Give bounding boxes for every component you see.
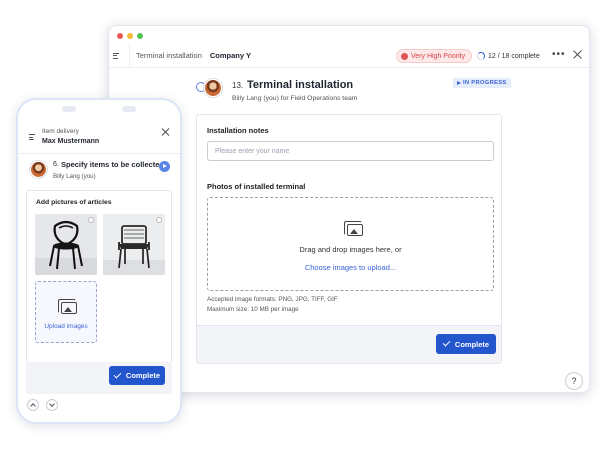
check-icon	[442, 338, 451, 347]
minimize-window-button[interactable]	[127, 33, 133, 39]
chevron-up-icon	[30, 403, 37, 410]
play-icon	[457, 81, 461, 85]
process-subject: Max Mustermann	[42, 138, 100, 145]
task-form-card: Installation notes Please enter your nam…	[196, 114, 502, 364]
menu-icon[interactable]	[29, 134, 39, 140]
task-title: Terminal installation	[247, 79, 354, 91]
progress-indicator: 12 / 18 complete	[477, 49, 540, 63]
phone-notch	[62, 106, 136, 114]
status-badge: IN PROGRESS	[453, 78, 511, 88]
task-assignee: Billy Lang (you)	[53, 173, 96, 180]
priority-badge[interactable]: Very High Priority	[396, 49, 473, 63]
complete-button[interactable]: Complete	[109, 366, 165, 385]
image-drop-zone[interactable]: Drag and drop images here, or Choose ima…	[207, 197, 494, 291]
upload-images-tile[interactable]: Upload images	[35, 281, 97, 343]
upload-images-label: Upload images	[44, 323, 88, 330]
progress-label: 12 / 18 complete	[488, 52, 540, 60]
maximize-window-button[interactable]	[137, 33, 143, 39]
divider	[18, 153, 180, 154]
chevron-down-icon	[49, 401, 56, 408]
start-task-play-icon[interactable]	[159, 161, 170, 172]
priority-label: Very High Priority	[411, 52, 466, 60]
image-upload-icon	[344, 221, 363, 236]
next-task-button[interactable]	[46, 399, 58, 411]
help-button[interactable]: ?	[565, 372, 583, 390]
choose-images-link[interactable]: Choose images to upload...	[208, 263, 493, 272]
toolbar-divider	[129, 43, 130, 68]
task-number: 13.	[232, 81, 244, 90]
window-controls	[117, 33, 143, 39]
avatar	[204, 79, 222, 97]
mobile-device: Item delivery Max Mustermann 6. Specify …	[16, 98, 182, 424]
chair-photo	[103, 214, 165, 275]
formats-hint: Accepted image formats: PNG, JPG, TIFF, …	[207, 296, 338, 303]
more-options-button[interactable]: •••	[552, 50, 566, 60]
task-number: 6.	[53, 161, 59, 168]
task-assignee: Billy Lang (you) for Field Operations te…	[232, 95, 358, 102]
complete-button[interactable]: Complete	[436, 334, 496, 354]
status-label: IN PROGRESS	[463, 80, 507, 86]
select-photo-radio[interactable]	[88, 217, 94, 223]
photos-label: Photos of installed terminal	[207, 182, 306, 191]
previous-task-button[interactable]	[27, 399, 39, 411]
notes-input[interactable]: Please enter your name	[207, 141, 494, 161]
drop-instructions: Drag and drop images here, or	[299, 245, 402, 254]
complete-button-label: Complete	[454, 339, 490, 349]
task-form-card: Add pictures of articles Upload images	[26, 190, 172, 390]
close-window-button[interactable]	[117, 33, 123, 39]
breadcrumb-task[interactable]: Terminal installation	[136, 51, 202, 60]
close-icon[interactable]	[572, 49, 584, 61]
article-photo-chair-1[interactable]	[35, 214, 97, 275]
breadcrumb-company[interactable]: Company Y	[210, 51, 251, 60]
close-icon[interactable]	[160, 127, 170, 137]
progress-ring-icon	[477, 52, 485, 60]
complete-button-label: Complete	[125, 371, 161, 380]
notes-label: Installation notes	[207, 126, 269, 135]
card-footer: Complete	[26, 362, 172, 394]
pictures-label: Add pictures of articles	[36, 199, 112, 206]
card-footer: Complete	[197, 325, 501, 363]
chair-photo	[35, 214, 97, 275]
image-upload-icon	[58, 299, 77, 314]
avatar	[30, 161, 47, 178]
select-photo-radio[interactable]	[156, 217, 162, 223]
size-hint: Maximum size: 10 MB per image	[207, 306, 299, 313]
window-toolbar: Terminal installation Company Y Very Hig…	[109, 43, 589, 68]
check-icon	[113, 370, 122, 378]
task-title: Specify items to be collected	[61, 160, 164, 169]
priority-icon	[401, 52, 408, 60]
process-title: Item delivery	[42, 128, 79, 135]
menu-icon[interactable]	[113, 52, 123, 59]
article-photo-chair-2[interactable]	[103, 214, 165, 275]
